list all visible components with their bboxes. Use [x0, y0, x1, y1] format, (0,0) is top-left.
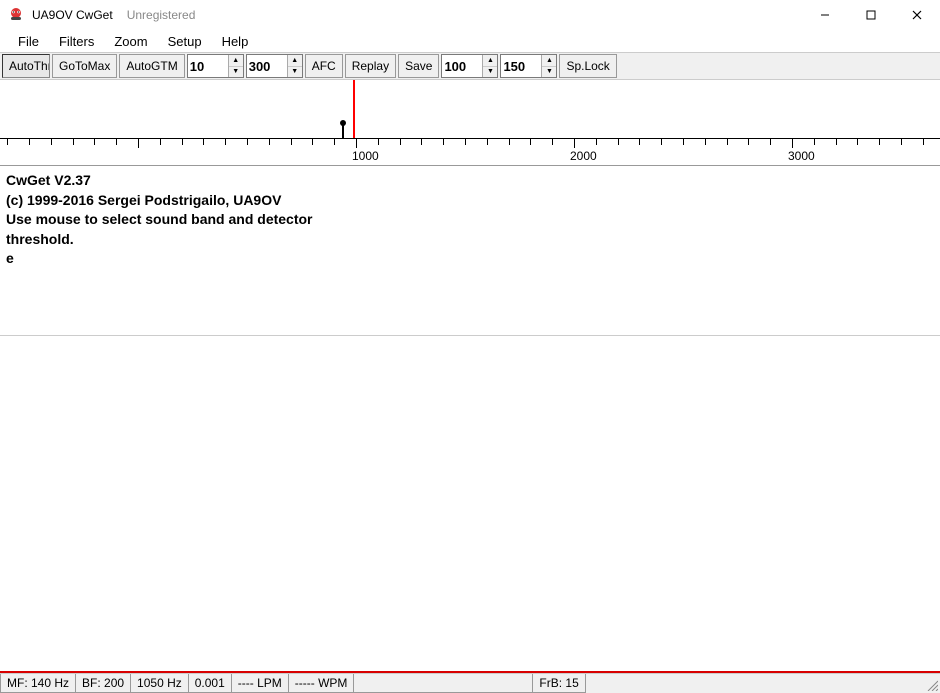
status-freq: 1050 Hz: [130, 674, 189, 693]
autothr-button[interactable]: AutoThr: [2, 54, 50, 78]
spin2-field[interactable]: ▲ ▼: [246, 54, 303, 78]
frequency-ruler[interactable]: 1000 2000 3000: [0, 138, 940, 166]
spin4-field[interactable]: ▲ ▼: [500, 54, 557, 78]
status-frb: FrB: 15: [532, 674, 585, 693]
status-bf: BF: 200: [75, 674, 131, 693]
window-subtitle: Unregistered: [127, 8, 196, 22]
autogtm-button[interactable]: AutoGTM: [119, 54, 184, 78]
titlebar: UA9OV CwGet Unregistered: [0, 0, 940, 30]
replay-button[interactable]: Replay: [345, 54, 396, 78]
spin2-up-icon[interactable]: ▲: [288, 55, 302, 67]
resize-grip-icon[interactable]: [922, 674, 940, 693]
menu-file[interactable]: File: [8, 32, 49, 51]
spin4-down-icon[interactable]: ▼: [542, 67, 556, 78]
ruler-label: 3000: [788, 149, 815, 163]
minimize-button[interactable]: [802, 0, 848, 30]
status-wpm: ----- WPM: [288, 674, 355, 693]
spin4-input[interactable]: [501, 55, 541, 77]
tx-area[interactable]: [0, 336, 940, 671]
spectrum-area[interactable]: 1000 2000 3000: [0, 80, 940, 166]
gotomax-button[interactable]: GoToMax: [52, 54, 117, 78]
spin4-up-icon[interactable]: ▲: [542, 55, 556, 67]
status-bar: MF: 140 Hz BF: 200 1050 Hz 0.001 ---- LP…: [0, 673, 940, 693]
status-mf: MF: 140 Hz: [0, 674, 76, 693]
rx-text-output[interactable]: CwGet V2.37 (c) 1999-2016 Sergei Podstri…: [0, 166, 940, 336]
toolbar: AutoThr GoToMax AutoGTM ▲ ▼ ▲ ▼ AFC Repl…: [0, 52, 940, 80]
ruler-label: 1000: [352, 149, 379, 163]
spin1-field[interactable]: ▲ ▼: [187, 54, 244, 78]
status-empty: [353, 674, 533, 693]
status-val: 0.001: [188, 674, 232, 693]
save-button[interactable]: Save: [398, 54, 439, 78]
waterfall-display[interactable]: [0, 80, 940, 138]
menu-filters[interactable]: Filters: [49, 32, 104, 51]
window-title: UA9OV CwGet: [32, 8, 113, 22]
spin3-down-icon[interactable]: ▼: [483, 67, 497, 78]
afc-button[interactable]: AFC: [305, 54, 343, 78]
app-icon: [8, 7, 24, 23]
splock-button[interactable]: Sp.Lock: [559, 54, 616, 78]
signal-needle-icon: [342, 124, 344, 138]
spin1-down-icon[interactable]: ▼: [229, 67, 243, 78]
menu-zoom[interactable]: Zoom: [104, 32, 157, 51]
menu-help[interactable]: Help: [212, 32, 259, 51]
spin3-input[interactable]: [442, 55, 482, 77]
spin2-input[interactable]: [247, 55, 287, 77]
spin3-up-icon[interactable]: ▲: [483, 55, 497, 67]
maximize-button[interactable]: [848, 0, 894, 30]
spin3-field[interactable]: ▲ ▼: [441, 54, 498, 78]
spin1-up-icon[interactable]: ▲: [229, 55, 243, 67]
menu-setup[interactable]: Setup: [158, 32, 212, 51]
menubar: File Filters Zoom Setup Help: [0, 30, 940, 52]
close-button[interactable]: [894, 0, 940, 30]
spin1-input[interactable]: [188, 55, 228, 77]
status-lpm: ---- LPM: [231, 674, 289, 693]
spin2-down-icon[interactable]: ▼: [288, 67, 302, 78]
ruler-label: 2000: [570, 149, 597, 163]
